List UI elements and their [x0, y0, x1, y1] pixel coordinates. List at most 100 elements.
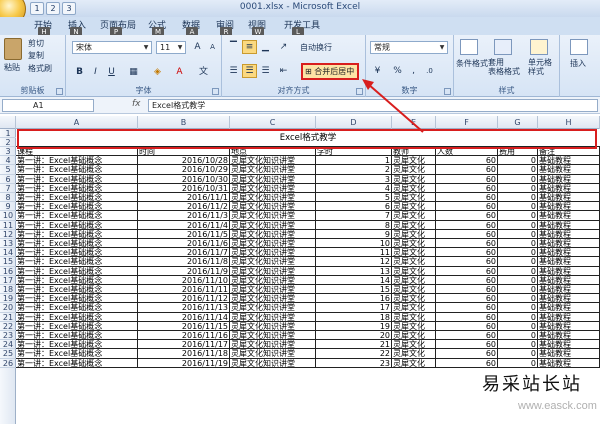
table-cell[interactable]: 灵犀文化	[392, 294, 436, 304]
table-cell[interactable]: 第一讲：Excel基础概念	[16, 285, 138, 295]
table-format-icon[interactable]	[494, 39, 512, 55]
row-header[interactable]: 2	[0, 138, 16, 147]
table-cell[interactable]: 0	[498, 349, 538, 359]
table-format-button[interactable]: 套用 表格格式	[488, 58, 520, 76]
table-cell[interactable]: 基础教程	[538, 303, 600, 313]
column-header-e[interactable]: E	[392, 116, 436, 129]
table-cell[interactable]: 60	[436, 257, 498, 267]
table-cell[interactable]: 60	[436, 211, 498, 221]
row-header[interactable]: 22	[0, 322, 16, 331]
table-cell[interactable]: 0	[498, 294, 538, 304]
table-cell[interactable]: 60	[436, 183, 498, 193]
table-cell[interactable]: 2016/11/9	[138, 266, 230, 276]
table-cell[interactable]: 灵犀文化	[392, 340, 436, 350]
table-cell[interactable]: 第一讲：Excel基础概念	[16, 165, 138, 175]
table-cell[interactable]: 第一讲：Excel基础概念	[16, 229, 138, 239]
row-header[interactable]: 23	[0, 331, 16, 341]
table-cell[interactable]: 60	[436, 331, 498, 341]
chevron-down-icon[interactable]: ▼	[438, 43, 446, 52]
font-color-icon[interactable]: A	[172, 65, 187, 79]
table-cell[interactable]: 基础教程	[538, 358, 600, 368]
row-header[interactable]: 6	[0, 175, 16, 184]
table-cell[interactable]: 灵犀文化	[392, 239, 436, 249]
table-cell[interactable]: 基础教程	[538, 202, 600, 212]
table-cell[interactable]: 2016/11/5	[138, 229, 230, 239]
table-cell[interactable]: 灵犀文化知识讲堂	[230, 294, 316, 304]
table-cell[interactable]: 21	[316, 340, 392, 350]
table-cell[interactable]: 第一讲：Excel基础概念	[16, 358, 138, 368]
insert-cells-icon[interactable]	[570, 39, 588, 55]
percent-icon[interactable]: %	[390, 64, 405, 78]
table-cell[interactable]: 0	[498, 248, 538, 258]
cell-styles-icon[interactable]	[530, 39, 548, 55]
column-header-f[interactable]: F	[436, 116, 498, 129]
table-cell[interactable]: 60	[436, 358, 498, 368]
cell-styles-button[interactable]: 单元格 样式	[528, 58, 552, 76]
table-cell[interactable]: 0	[498, 321, 538, 331]
row-header[interactable]: 13	[0, 239, 16, 249]
row-header[interactable]: 24	[0, 340, 16, 350]
table-cell[interactable]: 灵犀文化	[392, 202, 436, 212]
row-header[interactable]: 4	[0, 156, 16, 166]
table-cell[interactable]: 第一讲：Excel基础概念	[16, 266, 138, 276]
table-cell[interactable]: 灵犀文化	[392, 183, 436, 193]
table-cell[interactable]: 第一讲：Excel基础概念	[16, 257, 138, 267]
table-cell[interactable]: 2016/11/19	[138, 358, 230, 368]
row-header[interactable]: 19	[0, 294, 16, 304]
table-cell[interactable]: 2016/11/11	[138, 285, 230, 295]
align-left-icon[interactable]: ☰	[226, 64, 241, 78]
table-cell[interactable]: 0	[498, 340, 538, 350]
table-cell[interactable]: 基础教程	[538, 183, 600, 193]
table-cell[interactable]: 20	[316, 331, 392, 341]
header-cell[interactable]: 时间	[138, 147, 230, 157]
table-cell[interactable]: 10	[316, 239, 392, 249]
table-cell[interactable]: 2016/11/3	[138, 211, 230, 221]
table-cell[interactable]: 第一讲：Excel基础概念	[16, 239, 138, 249]
italic-icon[interactable]: I	[88, 65, 103, 79]
fill-color-icon[interactable]: ◈	[150, 65, 165, 79]
table-cell[interactable]: 灵犀文化知识讲堂	[230, 165, 316, 175]
table-cell[interactable]: 2016/11/17	[138, 340, 230, 350]
table-cell[interactable]: 0	[498, 229, 538, 239]
row-header[interactable]: 1	[0, 129, 16, 138]
shrink-font-icon[interactable]: A	[205, 40, 220, 54]
table-cell[interactable]: 灵犀文化	[392, 331, 436, 341]
font-name-combo[interactable]: 宋体 ▼	[72, 41, 152, 54]
table-cell[interactable]: 灵犀文化	[392, 312, 436, 322]
table-cell[interactable]: 19	[316, 321, 392, 331]
row-header[interactable]: 17	[0, 276, 16, 285]
table-cell[interactable]: 灵犀文化知识讲堂	[230, 321, 316, 331]
table-cell[interactable]: 60	[436, 156, 498, 166]
table-cell[interactable]: 基础教程	[538, 174, 600, 184]
table-cell[interactable]: 灵犀文化知识讲堂	[230, 211, 316, 221]
table-cell[interactable]: 60	[436, 193, 498, 203]
number-launcher-icon[interactable]	[444, 88, 451, 95]
table-cell[interactable]: 2	[316, 165, 392, 175]
formula-input[interactable]: Excel格式教学	[148, 99, 598, 112]
column-header-c[interactable]: C	[230, 116, 316, 129]
table-cell[interactable]: 13	[316, 266, 392, 276]
table-cell[interactable]: 基础教程	[538, 312, 600, 322]
table-cell[interactable]: 60	[436, 248, 498, 258]
table-cell[interactable]: 0	[498, 266, 538, 276]
table-cell[interactable]: 22	[316, 349, 392, 359]
table-cell[interactable]: 2016/10/29	[138, 165, 230, 175]
table-cell[interactable]: 第一讲：Excel基础概念	[16, 183, 138, 193]
cut-button[interactable]: 剪切	[28, 38, 44, 49]
table-cell[interactable]: 0	[498, 285, 538, 295]
table-cell[interactable]: 第一讲：Excel基础概念	[16, 321, 138, 331]
table-cell[interactable]: 灵犀文化知识讲堂	[230, 303, 316, 313]
chevron-down-icon[interactable]: ▼	[176, 43, 184, 52]
table-cell[interactable]: 灵犀文化	[392, 285, 436, 295]
row-header[interactable]: 14	[0, 248, 16, 258]
table-cell[interactable]: 灵犀文化	[392, 275, 436, 285]
table-cell[interactable]: 灵犀文化知识讲堂	[230, 229, 316, 239]
table-cell[interactable]: 第一讲：Excel基础概念	[16, 174, 138, 184]
row-header[interactable]: 3	[0, 147, 16, 157]
table-cell[interactable]: 灵犀文化	[392, 165, 436, 175]
table-cell[interactable]: 0	[498, 183, 538, 193]
align-middle-icon[interactable]: ≡	[242, 40, 257, 54]
table-cell[interactable]: 17	[316, 303, 392, 313]
table-cell[interactable]: 2016/10/28	[138, 156, 230, 166]
table-cell[interactable]: 4	[316, 183, 392, 193]
